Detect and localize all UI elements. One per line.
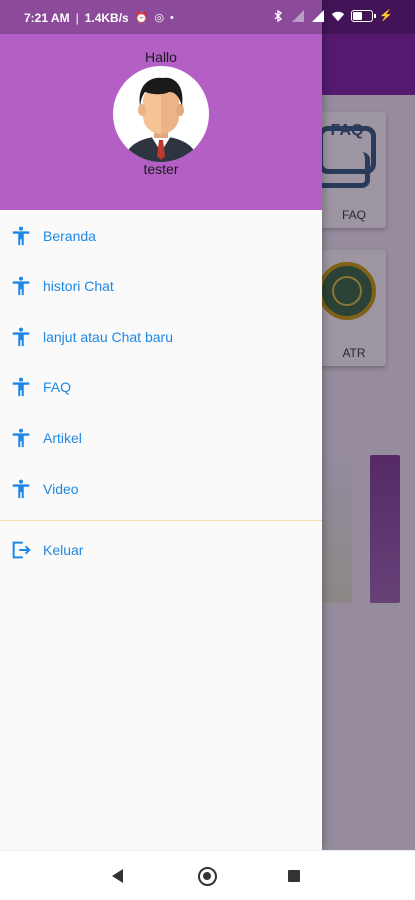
- menu-item-histori-chat[interactable]: histori Chat: [0, 261, 322, 311]
- battery-icon: [351, 10, 377, 22]
- menu-label-beranda: Beranda: [43, 228, 96, 244]
- greeting-text: Hallo: [145, 49, 177, 65]
- accessibility-icon: [12, 479, 30, 499]
- accessibility-icon: [12, 226, 30, 246]
- charging-icon: ⚡: [379, 9, 393, 22]
- signal-strong-icon: [312, 10, 325, 22]
- menu-label-histori-chat: histori Chat: [43, 278, 114, 294]
- accessibility-icon: [12, 377, 30, 397]
- logout-button[interactable]: Keluar: [0, 525, 322, 575]
- battery-level: [353, 12, 363, 20]
- menu-item-video[interactable]: Video: [0, 464, 322, 514]
- accessibility-icon: [12, 428, 30, 448]
- menu-item-artikel[interactable]: Artikel: [0, 413, 322, 463]
- menu-label-faq: FAQ: [43, 379, 72, 395]
- logout-label: Keluar: [43, 542, 84, 558]
- menu-label-lanjut-chat: lanjut atau Chat baru: [43, 329, 173, 345]
- back-icon[interactable]: [112, 869, 123, 883]
- more-notifications-icon: •: [170, 11, 174, 24]
- system-nav-bar: [0, 850, 415, 900]
- status-separator: |: [75, 11, 79, 25]
- menu-divider: [0, 520, 322, 521]
- menu-item-faq[interactable]: FAQ: [0, 362, 322, 412]
- status-left: 7:21 AM | 1.4KB/s ⏰ ◎ •: [24, 11, 174, 25]
- bluetooth-icon: [274, 9, 283, 23]
- logout-icon: [12, 541, 31, 559]
- home-icon[interactable]: [198, 867, 217, 886]
- username-text: tester: [143, 161, 179, 177]
- network-speed: 1.4KB/s: [84, 11, 129, 25]
- notification-icon: ◎: [154, 11, 165, 24]
- signal-icon: [292, 10, 305, 22]
- accessibility-icon: [12, 327, 30, 347]
- status-bar: 7:21 AM | 1.4KB/s ⏰ ◎ • ⚡: [0, 0, 415, 34]
- user-avatar-icon: [123, 77, 199, 162]
- menu-label-video: Video: [43, 481, 79, 497]
- alarm-icon: ⏰: [134, 11, 149, 24]
- wifi-icon: [332, 11, 345, 22]
- status-right: ⚡: [271, 9, 393, 23]
- recents-icon[interactable]: [288, 870, 300, 882]
- status-time: 7:21 AM: [24, 11, 70, 25]
- menu-label-artikel: Artikel: [43, 430, 82, 446]
- accessibility-icon: [12, 276, 30, 296]
- navigation-drawer: Hallo tester Beranda histori Chat lanjut…: [0, 0, 322, 850]
- menu-item-lanjut-chat[interactable]: lanjut atau Chat baru: [0, 312, 322, 362]
- menu-item-beranda[interactable]: Beranda: [0, 211, 322, 261]
- avatar[interactable]: [113, 66, 209, 162]
